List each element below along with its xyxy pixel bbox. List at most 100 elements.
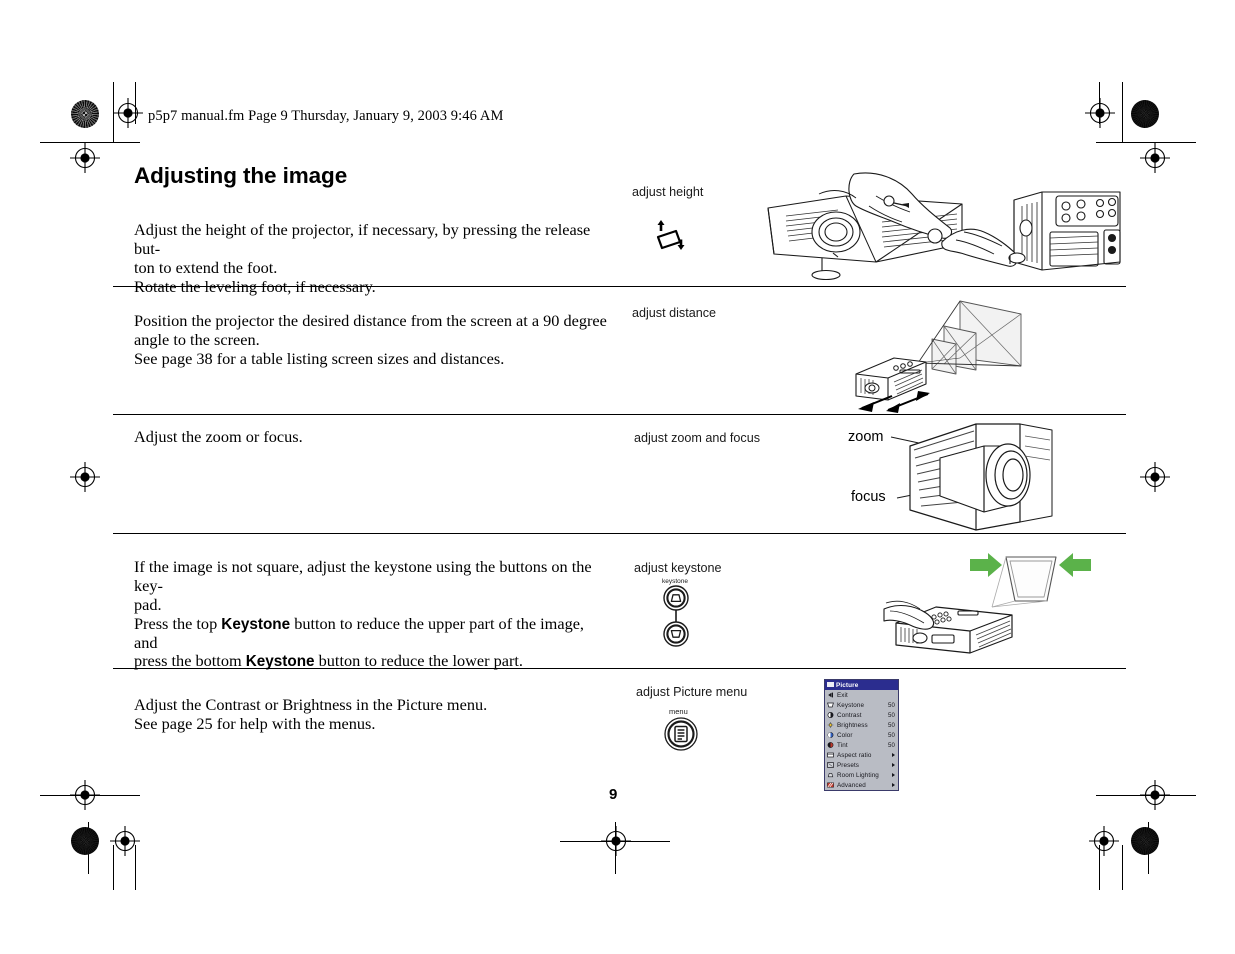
osd-item-aspect-ratio[interactable]: Aspect ratio — [825, 750, 898, 760]
row-4-line-4: press the bottom Keystone button to redu… — [134, 651, 609, 671]
registration-mark-right-lower — [1140, 780, 1170, 810]
contrast-icon — [827, 712, 834, 719]
manual-page: p5p7 manual.fm Page 9 Thursday, January … — [0, 0, 1235, 954]
registration-mark-left-lower — [70, 780, 100, 810]
osd-label: Color — [837, 731, 853, 739]
back-arrow-icon — [827, 692, 834, 698]
osd-label: Room Lighting — [837, 771, 879, 779]
osd-item-list: Exit Keystone 50 Contrast 50 Brightness … — [825, 690, 898, 790]
advanced-icon — [827, 782, 834, 788]
osd-label: Brightness — [837, 721, 868, 729]
row-1-body-text: Adjust the height of the projector, if n… — [134, 220, 609, 297]
keystone-button-caption: keystone — [662, 578, 689, 585]
zoom-callout-label: zoom — [848, 429, 884, 445]
keystone-icon — [827, 702, 834, 708]
row-4-line-3: Press the top Keystone button to reduce … — [134, 613, 609, 653]
row-5-line-1: Adjust the Contrast or Brightness in the… — [134, 695, 488, 714]
row-2-label: adjust distance — [632, 306, 717, 320]
osd-item-exit[interactable]: Exit — [825, 690, 898, 700]
section-divider-2 — [113, 414, 1126, 416]
registration-mark-top-right — [1085, 98, 1115, 128]
osd-label: Contrast — [837, 711, 862, 719]
row-4-seg-3: Press the top — [134, 613, 222, 633]
row-1-line-2: ton to extend the foot. — [134, 257, 278, 277]
osd-item-presets[interactable]: Presets — [825, 760, 898, 770]
osd-value: 50 — [888, 741, 895, 749]
row-1-line-1: Adjust the height of the projector, if n… — [134, 220, 591, 258]
osd-value: 50 — [888, 721, 895, 729]
row-4-seg-2: pad. — [134, 594, 162, 614]
registration-mark-bottom-left — [110, 826, 140, 856]
row-3-line-1: Adjust the zoom or focus. — [134, 427, 303, 446]
osd-item-contrast[interactable]: Contrast 50 — [825, 710, 898, 720]
keystone-bold-1: Keystone — [221, 615, 291, 633]
keystone-buttons-icon — [660, 585, 692, 647]
keystone-bold-2: Keystone — [245, 653, 315, 671]
osd-item-tint[interactable]: Tint 50 — [825, 740, 898, 750]
row-4-line-2: pad. — [134, 594, 609, 615]
row-5-body-text: Adjust the Contrast or Brightness in the… — [134, 695, 609, 734]
framemaker-header-text: p5p7 manual.fm Page 9 Thursday, January … — [148, 108, 504, 124]
picture-menu-osd[interactable]: Picture Exit Keystone 50 Contrast 50 Bri… — [824, 679, 899, 792]
submenu-arrow-icon — [892, 763, 895, 768]
keystone-illustration — [883, 545, 1094, 657]
halftone-density-patch-bottom-right — [1131, 827, 1159, 855]
row-4-seg-1: If the image is not square, adjust the k… — [134, 557, 592, 595]
row-1-line-3: Rotate the leveling foot, if necessary. — [134, 276, 376, 296]
color-icon — [827, 732, 834, 739]
osd-title-bar: Picture — [825, 680, 898, 691]
osd-label: Tint — [837, 741, 848, 749]
registration-mark-right-middle — [1140, 462, 1170, 492]
adjust-height-icon — [648, 212, 688, 252]
row-3-label: adjust zoom and focus — [634, 431, 761, 445]
osd-label: Aspect ratio — [837, 751, 872, 759]
row-5-label: adjust Picture menu — [636, 685, 748, 699]
crop-line-right-outer-b — [1122, 845, 1124, 890]
adjust-distance-illustration — [848, 296, 1033, 414]
osd-label: Advanced — [837, 781, 866, 789]
row-4-seg-6: button to reduce the lower part. — [314, 651, 523, 671]
osd-titlebar-icon — [827, 682, 834, 687]
halftone-density-patch-top-right — [1131, 100, 1159, 128]
registration-mark-bottom-right — [1089, 826, 1119, 856]
brightness-icon — [827, 722, 834, 729]
row-1-label: adjust height — [632, 185, 704, 199]
row-4-body-text: If the image is not square, adjust the k… — [134, 557, 609, 671]
submenu-arrow-icon — [892, 773, 895, 778]
osd-label: Presets — [837, 761, 860, 769]
section-divider-3 — [113, 533, 1126, 535]
osd-title: Picture — [836, 681, 859, 689]
aspect-ratio-icon — [827, 752, 834, 758]
osd-item-advanced[interactable]: Advanced — [825, 780, 898, 790]
halftone-density-patch-bottom-left — [71, 827, 99, 855]
osd-value: 50 — [888, 731, 895, 739]
osd-item-keystone[interactable]: Keystone 50 — [825, 700, 898, 710]
row-2-line-2: angle to the screen. — [134, 329, 260, 349]
row-2-line-1: Position the projector the desired dista… — [134, 311, 607, 330]
osd-item-room-lighting[interactable]: Room Lighting — [825, 770, 898, 780]
row-3-body-text: Adjust the zoom or focus. — [134, 427, 609, 447]
submenu-arrow-icon — [892, 783, 895, 788]
osd-item-brightness[interactable]: Brightness 50 — [825, 720, 898, 730]
osd-value: 50 — [888, 711, 895, 719]
row-5-line-2: See page 25 for help with the menus. — [134, 713, 376, 733]
menu-button-caption: menu — [669, 707, 688, 716]
osd-label: Keystone — [837, 701, 865, 709]
osd-item-color[interactable]: Color 50 — [825, 730, 898, 740]
zoom-focus-illustration — [880, 418, 1055, 533]
row-2-line-3: See page 38 for a table listing screen s… — [134, 348, 505, 368]
registration-mark-top-left — [113, 98, 143, 128]
tint-icon — [827, 742, 834, 749]
osd-label: Exit — [837, 691, 848, 699]
room-lighting-icon — [827, 772, 834, 778]
adjust-height-illustration — [726, 170, 1121, 288]
row-4-seg-5: press the bottom — [134, 651, 246, 671]
submenu-arrow-icon — [892, 753, 895, 758]
row-4-line-1: If the image is not square, adjust the k… — [134, 557, 609, 596]
row-2-body-text: Position the projector the desired dista… — [134, 311, 609, 369]
presets-icon — [827, 762, 834, 768]
page-title: Adjusting the image — [134, 163, 348, 188]
crop-line-right-outer — [1122, 82, 1124, 142]
registration-mark-left-upper — [70, 143, 100, 173]
osd-value: 50 — [888, 701, 895, 709]
